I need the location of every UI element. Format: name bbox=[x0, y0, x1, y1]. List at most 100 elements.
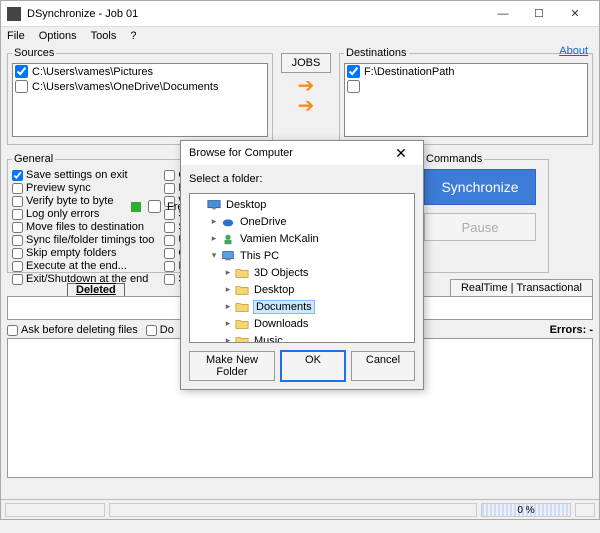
general-c1-3-check[interactable] bbox=[12, 209, 23, 220]
destinations-list[interactable]: F:\DestinationPath bbox=[344, 63, 588, 137]
general-c2-7-check[interactable] bbox=[164, 261, 175, 272]
app-icon bbox=[7, 7, 21, 21]
tree-item-label: Desktop bbox=[254, 284, 294, 296]
freeze-check[interactable] bbox=[148, 200, 161, 213]
expand-icon[interactable]: ▸ bbox=[222, 284, 234, 295]
tree-item[interactable]: ▸ Documents bbox=[190, 298, 414, 315]
tree-item[interactable]: ▸ Desktop bbox=[190, 281, 414, 298]
general-c2-4-check[interactable] bbox=[164, 222, 175, 233]
synchronize-button[interactable]: Synchronize bbox=[424, 169, 536, 205]
option-row: Execute at the end... bbox=[12, 260, 154, 272]
about-link[interactable]: About bbox=[559, 45, 588, 57]
arrow-icon: ➔ bbox=[298, 79, 315, 93]
ask-delete-check[interactable] bbox=[7, 325, 18, 336]
general-c1-6-label: Skip empty folders bbox=[26, 247, 116, 259]
source-path-1: C:\Users\vames\OneDrive\Documents bbox=[32, 81, 218, 93]
menu-options[interactable]: Options bbox=[37, 30, 79, 42]
jobs-button[interactable]: JOBS bbox=[281, 53, 331, 73]
tab-realtime[interactable]: RealTime | Transactional bbox=[450, 279, 593, 296]
source-path-0: C:\Users\vames\Pictures bbox=[32, 66, 153, 78]
destinations-group: About Destinations F:\DestinationPath bbox=[339, 47, 593, 145]
browse-dialog: Browse for Computer ✕ Select a folder: D… bbox=[180, 140, 424, 390]
folder-tree[interactable]: Desktop▸OneDrive▸Vamien McKalin▾This PC▸… bbox=[189, 193, 415, 343]
general-c2-0-check[interactable] bbox=[164, 170, 175, 181]
folder-icon bbox=[234, 334, 250, 344]
dialog-titlebar[interactable]: Browse for Computer ✕ bbox=[181, 141, 423, 165]
general-c1-1-check[interactable] bbox=[12, 183, 23, 194]
general-c1-5-check[interactable] bbox=[12, 235, 23, 246]
general-c2-6-check[interactable] bbox=[164, 248, 175, 259]
option-row: Move files to destination bbox=[12, 221, 154, 233]
tree-item-label: 3D Objects bbox=[254, 267, 308, 279]
general-c1-0-check[interactable] bbox=[12, 170, 23, 181]
general-c2-8-check[interactable] bbox=[164, 274, 175, 285]
maximize-button[interactable]: ☐ bbox=[521, 1, 557, 27]
dialog-select-label: Select a folder: bbox=[189, 173, 415, 185]
general-c2-1-check[interactable] bbox=[164, 183, 175, 194]
close-button[interactable]: ✕ bbox=[557, 1, 593, 27]
source-check-1[interactable] bbox=[15, 80, 28, 93]
window-title: DSynchronize - Job 01 bbox=[27, 8, 485, 20]
general-c2-5-check[interactable] bbox=[164, 235, 175, 246]
list-item: C:\Users\vames\OneDrive\Documents bbox=[13, 79, 267, 94]
tree-item[interactable]: ▾ This PC bbox=[190, 247, 414, 264]
option-row: Preview sync bbox=[12, 182, 154, 194]
make-new-folder-button[interactable]: Make New Folder bbox=[189, 351, 275, 381]
titlebar[interactable]: DSynchronize - Job 01 — ☐ ✕ bbox=[1, 1, 599, 27]
general-c1-4-check[interactable] bbox=[12, 222, 23, 233]
tree-item-label: This PC bbox=[240, 250, 279, 262]
expand-icon[interactable]: ▸ bbox=[208, 216, 220, 227]
general-c1-2-check[interactable] bbox=[12, 196, 23, 207]
destinations-legend: Destinations bbox=[344, 47, 409, 59]
user-icon bbox=[220, 232, 236, 246]
menu-help[interactable]: ? bbox=[128, 30, 138, 42]
pause-button[interactable]: Pause bbox=[424, 213, 536, 241]
sources-list[interactable]: C:\Users\vames\Pictures C:\Users\vames\O… bbox=[12, 63, 268, 137]
dialog-close-button[interactable]: ✕ bbox=[387, 145, 415, 162]
dest-check-1[interactable] bbox=[347, 80, 360, 93]
general-c1-1-label: Preview sync bbox=[26, 182, 91, 194]
general-legend: General bbox=[12, 153, 55, 165]
tree-item-label: Documents bbox=[254, 301, 314, 313]
mid-column: JOBS ➔ ➔ bbox=[277, 47, 335, 145]
expand-icon[interactable]: ▸ bbox=[222, 301, 234, 312]
list-item bbox=[345, 79, 587, 94]
general-c1-8-check[interactable] bbox=[12, 274, 23, 285]
expand-icon[interactable]: ▸ bbox=[222, 318, 234, 329]
general-c1-5-label: Sync file/folder timings too bbox=[26, 234, 154, 246]
tree-item[interactable]: ▸ Vamien McKalin bbox=[190, 230, 414, 247]
ok-button[interactable]: OK bbox=[281, 351, 345, 381]
status-cell bbox=[109, 503, 477, 517]
tree-item-label: Vamien McKalin bbox=[240, 233, 319, 245]
tree-item[interactable]: ▸OneDrive bbox=[190, 213, 414, 230]
tree-item[interactable]: ▸Downloads bbox=[190, 315, 414, 332]
ask-delete-label: Ask before deleting files bbox=[21, 324, 138, 336]
general-c1-6-check[interactable] bbox=[12, 248, 23, 259]
tree-item[interactable]: ▸Music bbox=[190, 332, 414, 343]
dest-check-0[interactable] bbox=[347, 65, 360, 78]
expand-icon[interactable]: ▾ bbox=[208, 250, 220, 261]
menu-file[interactable]: File bbox=[5, 30, 27, 42]
expand-icon[interactable]: ▸ bbox=[208, 233, 220, 244]
expand-icon[interactable]: ▸ bbox=[222, 267, 234, 278]
general-c1-2-label: Verify byte to byte bbox=[26, 195, 113, 207]
minimize-button[interactable]: — bbox=[485, 1, 521, 27]
menu-tools[interactable]: Tools bbox=[89, 30, 119, 42]
general-c1-7-check[interactable] bbox=[12, 261, 23, 272]
folder-icon bbox=[234, 266, 250, 280]
expand-icon[interactable]: ▸ bbox=[222, 335, 234, 343]
tab-deleted[interactable]: Deleted bbox=[67, 283, 125, 296]
statusbar: 0 % bbox=[1, 499, 599, 519]
source-check-0[interactable] bbox=[15, 65, 28, 78]
do-check[interactable] bbox=[146, 325, 157, 336]
tree-item[interactable]: Desktop bbox=[190, 196, 414, 213]
folder-icon bbox=[234, 317, 250, 331]
tree-item-label: Desktop bbox=[226, 199, 266, 211]
folder-icon bbox=[234, 283, 250, 297]
dialog-title: Browse for Computer bbox=[189, 147, 387, 159]
errors-label: Errors: - bbox=[550, 324, 593, 336]
cancel-button[interactable]: Cancel bbox=[351, 351, 415, 381]
tree-item[interactable]: ▸ 3D Objects bbox=[190, 264, 414, 281]
option-row: Skip empty folders bbox=[12, 247, 154, 259]
status-cell bbox=[575, 503, 595, 517]
